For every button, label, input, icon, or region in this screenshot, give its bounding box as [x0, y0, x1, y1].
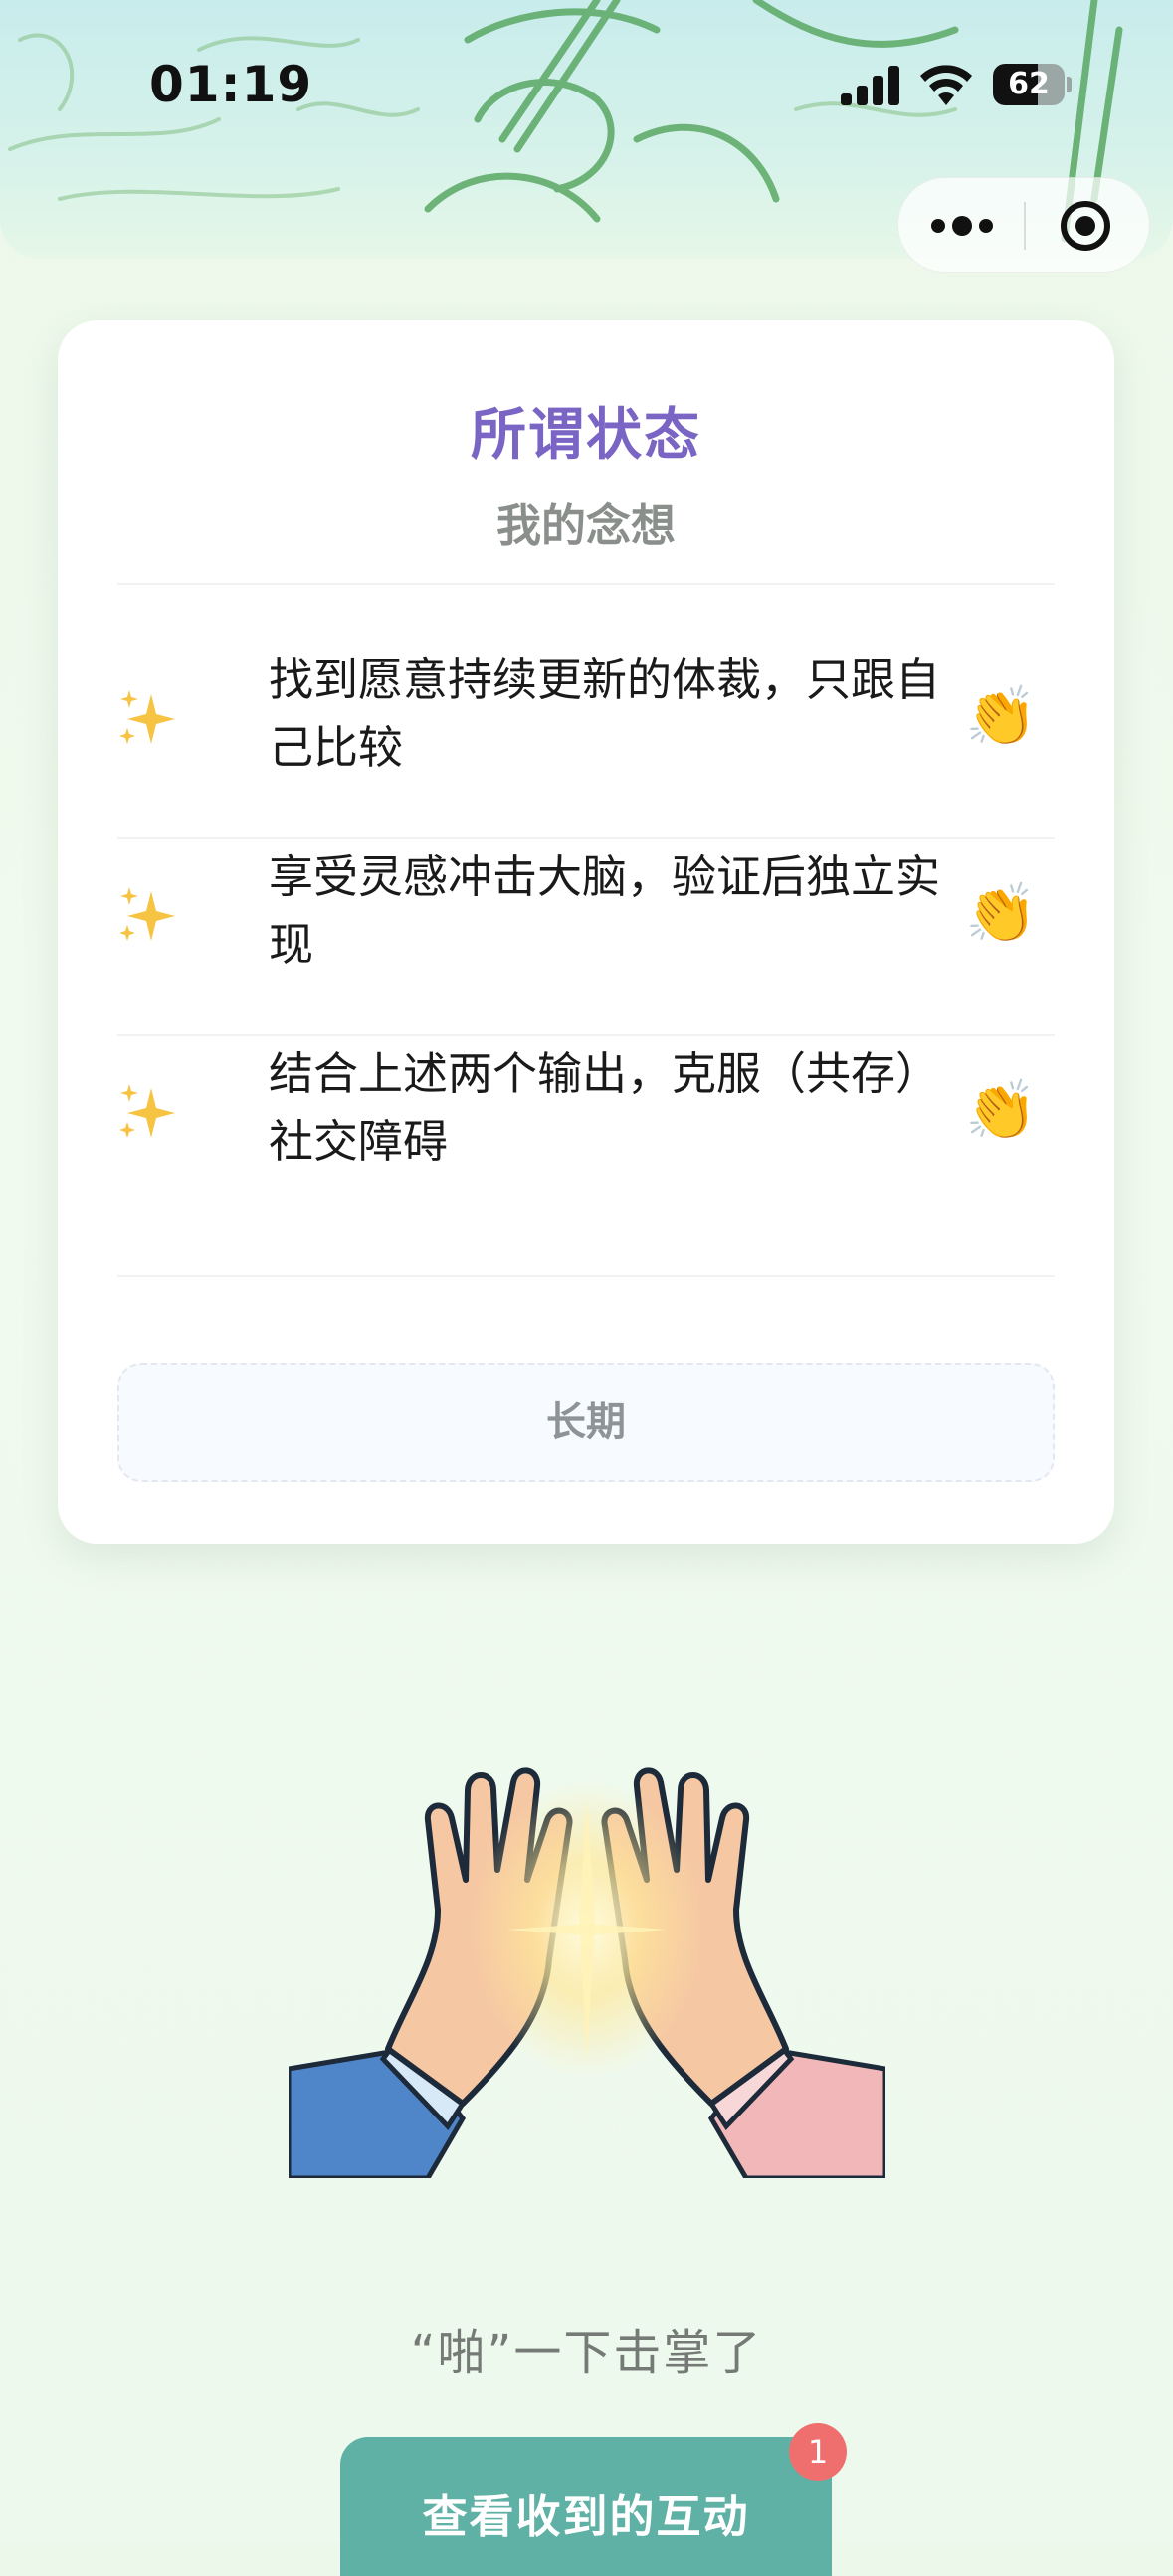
status-time: 01:19: [149, 56, 313, 113]
close-button[interactable]: [1026, 178, 1151, 274]
status-bar: 01:19 62: [0, 0, 1173, 169]
clapping-hands-icon[interactable]: 👏: [965, 680, 1037, 752]
sparkles-icon: [119, 887, 175, 941]
cellular-signal-icon: [841, 66, 899, 105]
item-text: 结合上述两个输出，克服（共存）社交障碍: [269, 1047, 941, 1168]
clap-caption: “啪”一下击掌了: [410, 2325, 763, 2381]
sparkles-icon: [119, 1084, 175, 1138]
status-card: 所谓状态 我的念想 找到愿意持续更新的体裁，只跟自己比较 👏 享受灵感冲击大脑，…: [58, 320, 1114, 1544]
target-close-icon: [1061, 201, 1110, 251]
list-item[interactable]: 找到愿意持续更新的体裁，只跟自己比较 👏: [117, 619, 1055, 816]
period-box: 长期: [117, 1363, 1055, 1482]
period-label: 长期: [546, 1399, 626, 1445]
view-interactions-label: 查看收到的互动: [422, 2490, 750, 2543]
more-dots-icon: [931, 216, 993, 236]
battery-level: 62: [1008, 67, 1050, 101]
battery-icon: 62: [993, 64, 1072, 105]
divider: [117, 1275, 1055, 1277]
clapping-hands-icon[interactable]: 👏: [965, 877, 1037, 949]
notification-badge: 1: [789, 2423, 847, 2481]
mini-program-capsule: [897, 177, 1150, 273]
sparkles-icon: [119, 690, 175, 744]
more-button[interactable]: [898, 178, 1024, 274]
list-item[interactable]: 享受灵感冲击大脑，验证后独立实现 👏: [117, 816, 1055, 1012]
card-title: 所谓状态: [471, 403, 701, 467]
wifi-icon: [920, 65, 972, 105]
list-item[interactable]: 结合上述两个输出，克服（共存）社交障碍 👏: [117, 1012, 1055, 1209]
clapping-hands-icon[interactable]: 👏: [965, 1074, 1037, 1146]
divider: [117, 583, 1055, 585]
high-five-icon: [289, 1767, 885, 2178]
item-text: 找到愿意持续更新的体裁，只跟自己比较: [269, 653, 941, 774]
view-interactions-button[interactable]: 查看收到的互动: [340, 2437, 832, 2576]
card-subtitle: 我的念想: [495, 499, 676, 552]
item-text: 享受灵感冲击大脑，验证后独立实现: [269, 850, 941, 971]
